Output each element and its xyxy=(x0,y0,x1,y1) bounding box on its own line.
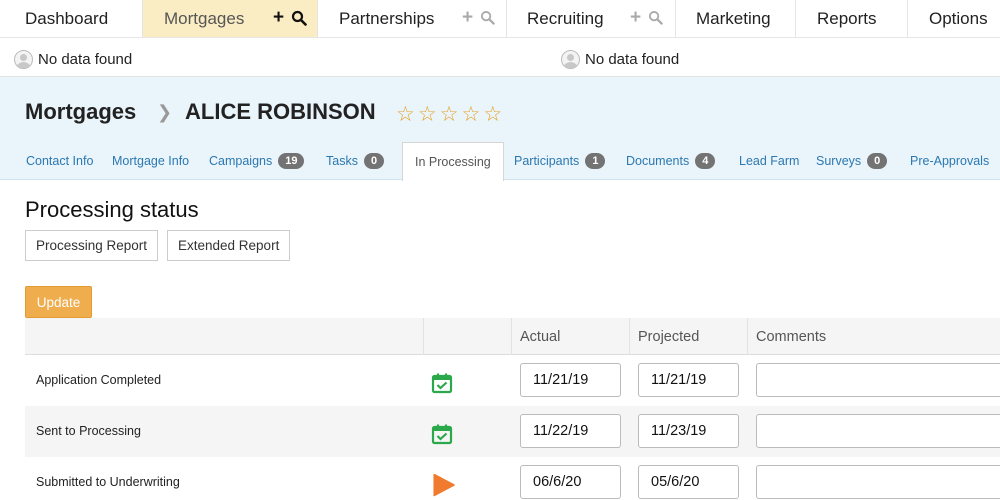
update-button[interactable]: Update xyxy=(25,286,92,318)
extended-report-button[interactable]: Extended Report xyxy=(167,230,291,261)
tab-label: In Processing xyxy=(415,155,491,169)
projected-date-field[interactable] xyxy=(638,414,739,448)
star-icon[interactable]: ☆ xyxy=(461,104,480,125)
comments-field[interactable] xyxy=(756,414,1000,448)
header-projected: Projected xyxy=(629,318,747,355)
count-badge: 0 xyxy=(867,153,888,169)
nav-options-label: Options xyxy=(929,8,988,28)
nav-partnerships-label: Partnerships xyxy=(339,8,435,28)
nav-options[interactable]: Options xyxy=(908,0,1000,37)
table-row: Sent to Processing xyxy=(25,406,1000,457)
nav-dashboard[interactable]: Dashboard xyxy=(0,0,143,37)
record-header: Mortgages ❯ ALICE ROBINSON ☆ ☆ ☆ ☆ ☆ Con… xyxy=(0,77,1000,181)
comments-field[interactable] xyxy=(756,465,1000,499)
nav-marketing[interactable]: Marketing xyxy=(676,0,796,37)
tab-pre-approvals[interactable]: Pre-Approvals xyxy=(910,142,989,180)
breadcrumb-section[interactable]: Mortgages xyxy=(25,99,136,125)
nav-recruiting[interactable]: Recruiting + xyxy=(507,0,676,37)
tab-surveys[interactable]: Surveys 0 xyxy=(816,142,888,180)
tab-label: Contact Info xyxy=(26,154,94,168)
nav-marketing-label: Marketing xyxy=(696,8,771,28)
header-status xyxy=(423,318,511,355)
avatar-icon xyxy=(14,50,33,69)
star-icon[interactable]: ☆ xyxy=(418,104,437,125)
table-header: Actual Projected Comments xyxy=(25,318,1000,355)
tab-label: Surveys xyxy=(816,154,862,168)
tab-label: Pre-Approvals xyxy=(910,154,990,168)
page-title: Processing status xyxy=(25,197,199,222)
star-rating[interactable]: ☆ ☆ ☆ ☆ ☆ xyxy=(396,104,502,125)
tab-mortgage-info[interactable]: Mortgage Info xyxy=(112,142,189,180)
tab-label: Campaigns xyxy=(209,154,273,168)
contact-name: ALICE ROBINSON xyxy=(185,99,376,124)
add-mortgage-icon[interactable]: + xyxy=(273,8,284,27)
search-partnership-icon[interactable] xyxy=(480,10,495,25)
count-badge: 4 xyxy=(695,153,716,169)
tab-label: Mortgage Info xyxy=(112,154,190,168)
tab-contact-info[interactable]: Contact Info xyxy=(26,142,93,180)
nav-reports[interactable]: Reports xyxy=(796,0,908,37)
header-milestone xyxy=(25,318,423,355)
add-recruit-icon[interactable]: + xyxy=(630,8,641,27)
tab-documents[interactable]: Documents 4 xyxy=(626,142,716,180)
table-row: Application Completed xyxy=(25,355,1000,406)
nav-partnerships[interactable]: Partnerships + xyxy=(318,0,507,37)
top-nav: Dashboard Mortgages + Partnerships + Rec… xyxy=(0,0,1000,38)
avatar-icon xyxy=(561,50,580,69)
tab-campaigns[interactable]: Campaigns 19 xyxy=(209,142,305,180)
actual-date-field[interactable] xyxy=(520,414,621,448)
tab-in-processing[interactable]: In Processing xyxy=(402,142,504,181)
nav-recruiting-label: Recruiting xyxy=(527,8,604,28)
user-right-label: No data found xyxy=(585,51,680,68)
chevron-right-icon: ❯ xyxy=(157,102,173,122)
record-tabs: Contact Info Mortgage Info Campaigns 19 … xyxy=(0,142,1000,181)
user-strip: No data found No data found xyxy=(0,38,1000,77)
milestone-label: Submitted to Underwriting xyxy=(36,475,180,489)
tab-label: Lead Farm xyxy=(739,154,800,168)
calendar-check-icon[interactable] xyxy=(431,423,453,445)
actual-date-field[interactable] xyxy=(520,363,621,397)
star-icon[interactable]: ☆ xyxy=(440,104,459,125)
user-left[interactable]: No data found xyxy=(14,50,132,69)
play-icon[interactable] xyxy=(431,473,455,497)
tab-lead-farm[interactable]: Lead Farm xyxy=(739,142,799,180)
nav-mortgages[interactable]: Mortgages + xyxy=(143,0,318,37)
processing-report-button[interactable]: Processing Report xyxy=(25,230,159,261)
comments-field[interactable] xyxy=(756,363,1000,397)
tab-tasks[interactable]: Tasks 0 xyxy=(326,142,385,180)
count-badge: 19 xyxy=(278,153,305,169)
count-badge: 0 xyxy=(363,153,385,169)
projected-date-field[interactable] xyxy=(638,465,739,499)
nav-mortgages-label: Mortgages xyxy=(164,8,245,28)
search-recruit-icon[interactable] xyxy=(648,10,663,25)
tab-label: Tasks xyxy=(326,154,358,168)
user-left-label: No data found xyxy=(38,51,133,68)
actual-date-field[interactable] xyxy=(520,465,621,499)
star-icon[interactable]: ☆ xyxy=(483,104,502,125)
star-icon[interactable]: ☆ xyxy=(396,104,415,125)
count-badge: 1 xyxy=(585,153,606,169)
search-mortgage-icon[interactable] xyxy=(291,10,307,26)
milestone-label: Application Completed xyxy=(36,373,162,387)
add-partnership-icon[interactable]: + xyxy=(462,8,473,27)
milestone-label: Sent to Processing xyxy=(36,424,141,438)
table-row: Submitted to Underwriting xyxy=(25,457,1000,500)
calendar-check-icon[interactable] xyxy=(431,372,453,394)
projected-date-field[interactable] xyxy=(638,363,739,397)
tab-label: Documents xyxy=(626,154,690,168)
header-comments: Comments xyxy=(747,318,1000,355)
nav-reports-label: Reports xyxy=(817,8,877,28)
user-right[interactable]: No data found xyxy=(561,50,679,69)
tab-label: Participants xyxy=(514,154,580,168)
header-actual: Actual xyxy=(511,318,629,355)
tab-participants[interactable]: Participants 1 xyxy=(514,142,606,180)
nav-dashboard-label: Dashboard xyxy=(25,8,109,28)
